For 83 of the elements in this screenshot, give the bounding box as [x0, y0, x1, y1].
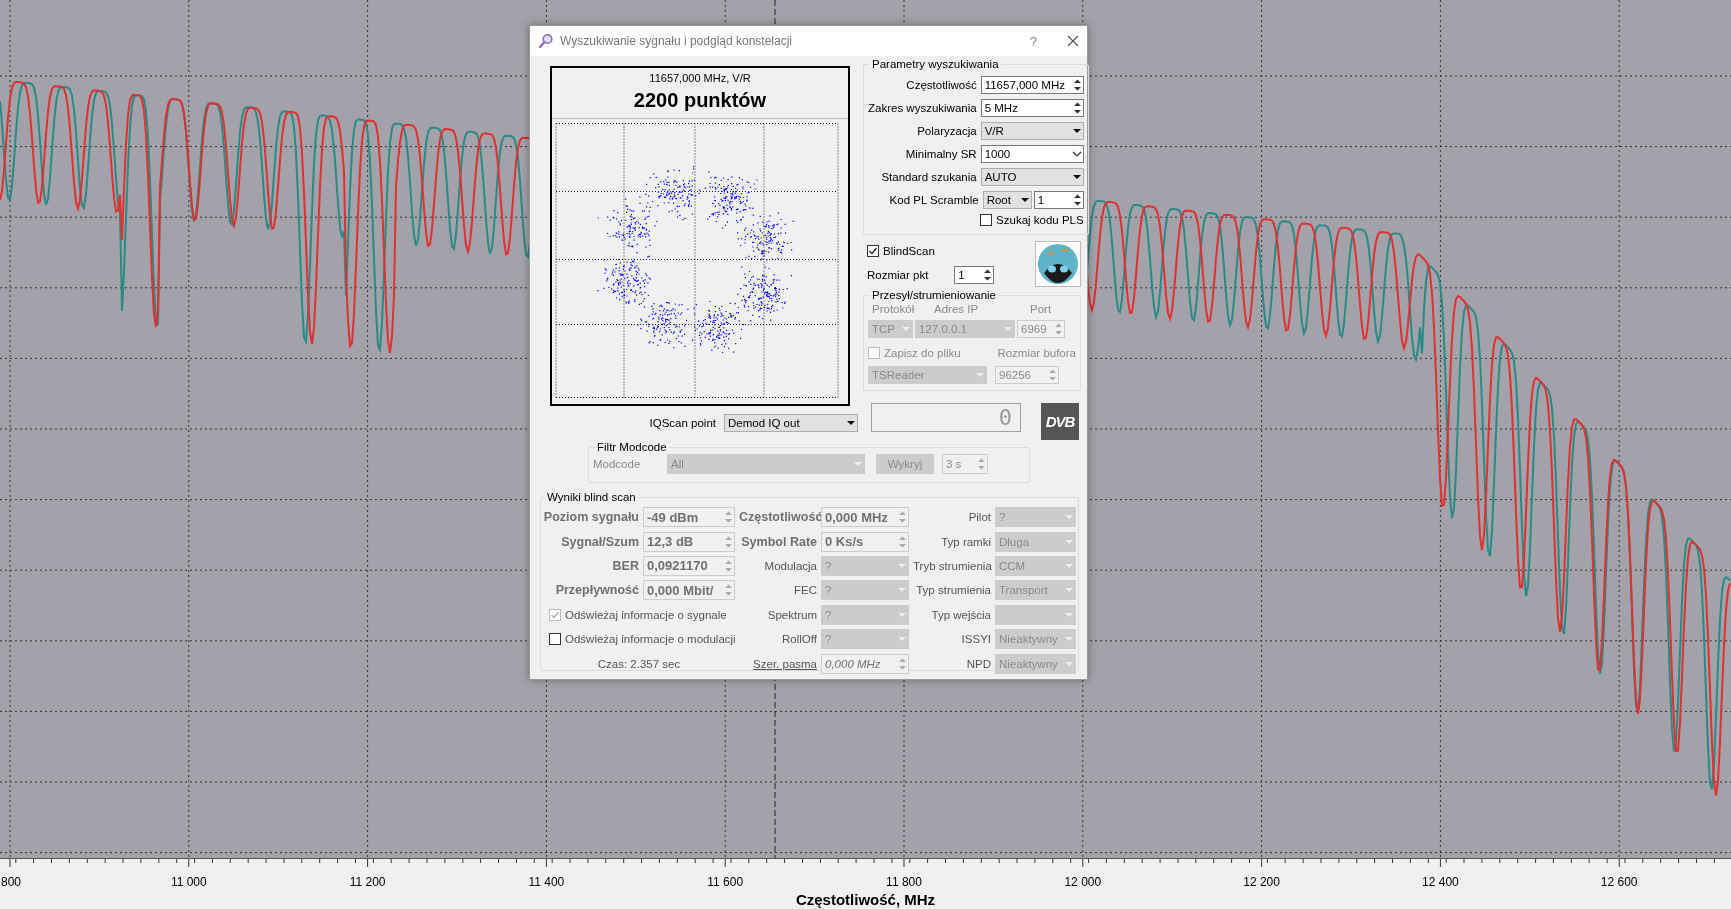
checkbox-label: Odświeżaj informacje o modulacji — [565, 633, 736, 646]
field-label: FEC — [793, 584, 817, 597]
checkbox[interactable] — [980, 214, 993, 226]
axis-tick-label: 11 200 — [349, 875, 386, 889]
field-label: Pilot — [967, 511, 991, 524]
column-label: Port — [1030, 303, 1052, 317]
dropdown[interactable]: Root — [982, 190, 1032, 209]
field-label: BER — [611, 558, 639, 573]
spin-box[interactable]: 1 — [954, 266, 995, 284]
field-label: Sygnał/Szum — [560, 534, 639, 549]
group-title: Wyniki blind scan — [546, 491, 637, 503]
axis-tick-label: 11 000 — [170, 875, 207, 889]
field-label: Typ wejścia — [930, 608, 991, 621]
axis-tick-label: 11 400 — [528, 875, 565, 889]
dropdown[interactable]: V/R — [980, 121, 1084, 140]
spin-box[interactable]: 5 MHz — [980, 98, 1084, 117]
spin-box[interactable]: -49 dBm — [643, 507, 735, 528]
frequency-label: 11657,000 MHz, V/R — [649, 72, 751, 84]
column-label: Protokół — [871, 303, 916, 317]
field-label: Modcode — [593, 458, 642, 470]
magnifier-icon — [538, 33, 554, 49]
axis-tick-label: 12 400 — [1422, 875, 1459, 889]
checkbox-label: BlindScan — [883, 245, 935, 257]
axis-tick-label: 800 — [1, 875, 22, 889]
group-title: Parametry wyszukiwania — [871, 58, 1000, 70]
dropdown[interactable]: Demod IQ out — [724, 414, 858, 432]
checkbox[interactable] — [549, 633, 561, 646]
field-label: Symbol Rate — [740, 534, 817, 549]
field-label: Spektrum — [766, 608, 817, 621]
field-label: Typ ramki — [940, 535, 991, 548]
field-label: ISSYI — [960, 633, 991, 646]
field-label: Częstotliwość — [906, 78, 977, 91]
field-label: Polaryzacja — [917, 124, 977, 137]
field-label: Kod PL Scramble — [889, 193, 979, 206]
checkbox-label: Szukaj kodu PLS — [996, 214, 1084, 226]
group-title: Filtr Modcode — [596, 441, 668, 453]
dvb-logo: DVB — [1041, 403, 1079, 440]
spin-box[interactable]: 0,000 MHz — [821, 507, 909, 528]
checkbox-label: Odświeżaj informacje o sygnale — [565, 608, 727, 621]
group-title: Przesył/strumieniowanie — [871, 289, 997, 301]
field-label: Przepływność — [554, 583, 639, 598]
dropdown[interactable]: 1000 — [980, 144, 1084, 163]
spin-box[interactable]: 12,3 dB — [643, 531, 735, 552]
axis-tick-label: 11 800 — [886, 875, 922, 889]
elapsed-time: Czas: 2.357 sec — [596, 657, 682, 670]
field-label: Poziom sygnału — [543, 510, 639, 525]
axis-title: Częstotliwość, MHz — [795, 891, 936, 908]
field-label: Rozmiar bufora — [997, 347, 1076, 359]
spin-box[interactable]: 1 — [1033, 190, 1084, 209]
caret-icon[interactable] — [845, 418, 857, 428]
dropdown[interactable]: AUTO — [980, 167, 1084, 186]
axis-tick-label: 12 000 — [1064, 875, 1102, 889]
field-label: RollOff — [781, 633, 817, 646]
spin-box[interactable]: 0,000 Mbit/ — [643, 580, 735, 601]
field-label: NPD — [965, 657, 991, 670]
mascot-logo-icon — [1035, 241, 1081, 287]
spin-box[interactable]: 0 Ks/s — [821, 531, 909, 552]
field-label: IQScan point — [649, 417, 716, 429]
field-label: Typ strumienia — [915, 584, 991, 597]
checkbox-label: Zapisz do pliku — [884, 347, 961, 359]
check-icon — [868, 246, 878, 256]
axis-tick-label: 11 600 — [707, 875, 744, 889]
field-label: Rozmiar pkt — [867, 269, 929, 281]
field-label: Standard szukania — [881, 170, 977, 183]
link[interactable]: Szer. pasma — [739, 657, 817, 670]
axis-tick-label: 12 600 — [1600, 875, 1638, 889]
window-title: Wyszukiwanie sygnału i podgląd konstelacji — [560, 34, 793, 48]
spin-arrows-icon[interactable] — [982, 267, 994, 283]
spin-box[interactable]: 11657,000 MHz — [980, 75, 1084, 94]
checkbox[interactable] — [867, 245, 879, 257]
counter-display: 0 — [871, 403, 1021, 432]
field-label: Tryb strumienia — [913, 559, 991, 572]
help-button[interactable]: ? — [1029, 33, 1037, 49]
check-icon — [550, 609, 560, 620]
axis-tick-label: 12 200 — [1243, 875, 1280, 889]
close-icon[interactable] — [1067, 35, 1079, 47]
field-label: Modulacja — [763, 559, 817, 572]
field-label: Minimalny SR — [905, 147, 977, 160]
column-label: Adres IP — [934, 303, 980, 317]
field-label: Zakres wyszukiwania — [868, 101, 977, 114]
points-count: 2200 punktów — [633, 89, 767, 112]
spin-box[interactable]: 0,0921170 — [643, 555, 735, 576]
spin-box[interactable]: 0,000 MHz — [821, 653, 909, 674]
